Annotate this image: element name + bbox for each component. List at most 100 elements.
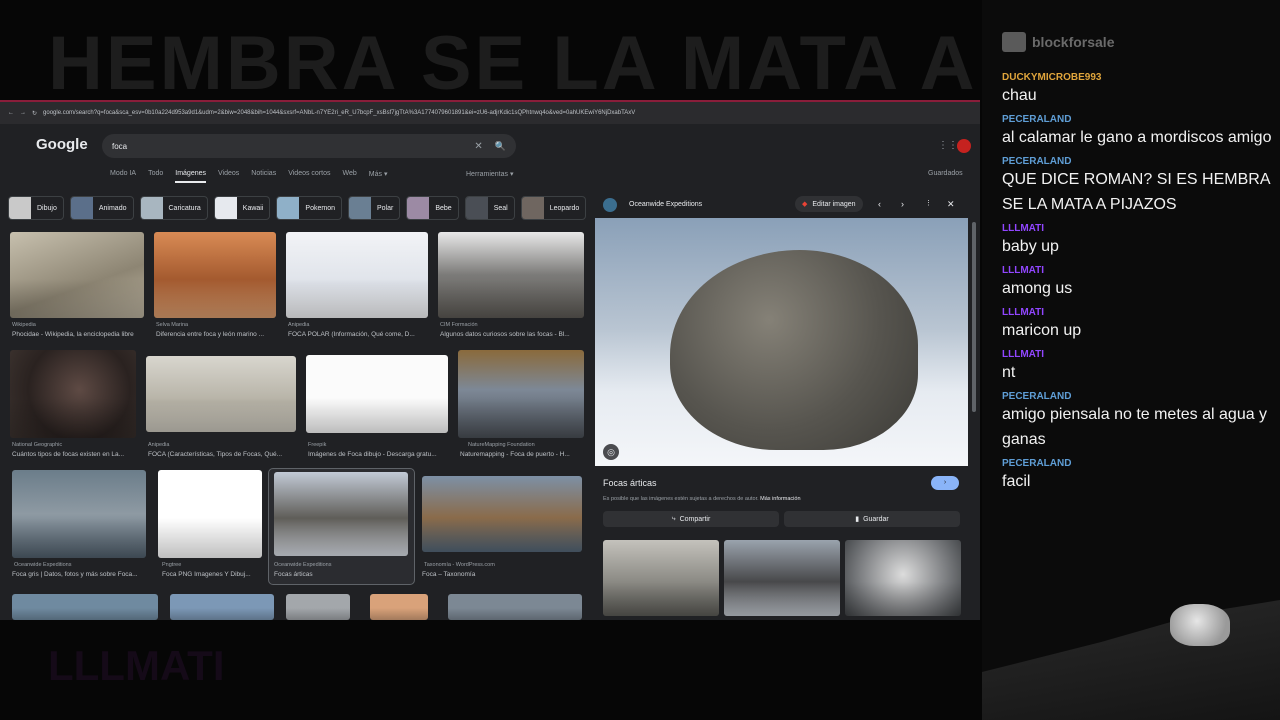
more-options-icon[interactable]: ⋮ [925, 199, 932, 207]
result-caption[interactable]: FOCA POLAR (Información, Qué come, D... [288, 331, 430, 338]
tab-videos-cortos[interactable]: Videos cortos [288, 170, 330, 183]
edit-image-button[interactable]: ◆ Editar imagen [795, 196, 863, 212]
back-icon[interactable]: ← [8, 110, 14, 116]
reload-icon[interactable]: ↻ [32, 110, 37, 117]
result-source[interactable]: Pngtree [162, 562, 181, 568]
result-caption[interactable]: FOCA (Características, Tipos de Focas, Q… [148, 451, 294, 458]
result-source[interactable]: CIM Formación [440, 322, 478, 328]
result-caption[interactable]: Diferencia entre foca y león marino ... [156, 331, 280, 338]
result-image[interactable] [154, 232, 276, 318]
result-source[interactable]: Freepik [308, 442, 326, 448]
tab-mas[interactable]: Más ▾ [369, 170, 388, 183]
chat-username[interactable]: LLLMATI [1002, 223, 1272, 234]
result-caption[interactable]: Algunos datos curiosos sobre las focas -… [440, 331, 584, 338]
result-source[interactable]: Taxonomía - WordPress.com [424, 562, 495, 568]
result-image[interactable] [12, 594, 158, 620]
result-caption[interactable]: Cuántos tipos de focas existen en La... [12, 451, 138, 458]
search-box[interactable]: foca ✕ 🔍 [102, 134, 516, 158]
result-image[interactable] [306, 355, 448, 433]
result-source[interactable]: NatureMapping Foundation [468, 442, 535, 448]
saved-link[interactable]: Guardados [928, 170, 963, 177]
result-caption[interactable]: Naturemapping - Foca de puerto - H... [460, 451, 584, 458]
tab-todo[interactable]: Todo [148, 170, 163, 183]
visit-button[interactable]: › [931, 476, 959, 490]
related-image[interactable] [845, 540, 961, 616]
chat-username[interactable]: LLLMATI [1002, 349, 1272, 360]
chat-username[interactable]: PECERALAND [1002, 156, 1272, 167]
result-image[interactable] [10, 350, 136, 438]
chat-username[interactable]: LLLMATI [1002, 307, 1272, 318]
more-info-link[interactable]: Más información [760, 496, 800, 502]
panel-source-name[interactable]: Oceanwide Expeditions [629, 201, 702, 208]
chip-thumbnail [70, 197, 93, 219]
account-avatar[interactable] [957, 139, 971, 153]
result-image[interactable] [448, 594, 582, 620]
preview-image[interactable]: ◎ [595, 218, 968, 466]
result-caption[interactable]: Foca – Taxonomía [422, 571, 582, 578]
result-image[interactable] [12, 470, 146, 558]
chip-polar[interactable]: Polar [348, 196, 401, 220]
related-image[interactable] [724, 540, 840, 616]
scrollbar[interactable] [972, 222, 976, 412]
tools-menu[interactable]: Herramientas ▾ [466, 170, 513, 178]
chat-username[interactable]: PECERALAND [1002, 458, 1272, 469]
chat-username[interactable]: LLLMATI [1002, 265, 1272, 276]
close-icon[interactable]: ✕ [947, 199, 955, 210]
tab-noticias[interactable]: Noticias [251, 170, 276, 183]
search-icon[interactable]: 🔍 [495, 141, 506, 152]
prev-arrow-icon[interactable]: ‹ [878, 199, 881, 209]
url-text[interactable]: google.com/search?q=foca&sca_esv=0b10a22… [43, 110, 635, 116]
chip-dibujo[interactable]: Dibujo [8, 196, 64, 220]
result-caption[interactable]: Foca PNG Imagenes Y Dibuj... [162, 571, 260, 578]
result-source[interactable]: Wikipedia [12, 322, 36, 328]
chip-pokemon[interactable]: Pokemon [276, 196, 342, 220]
chat-logo-text: blockforsale [1032, 34, 1115, 50]
related-image[interactable] [603, 540, 719, 616]
lens-search-icon[interactable]: ◎ [603, 444, 619, 460]
result-image[interactable] [286, 232, 428, 318]
result-image[interactable] [458, 350, 584, 438]
chat-username[interactable]: PECERALAND [1002, 391, 1272, 402]
chat-username[interactable]: DUCKYMICROBE993 [1002, 72, 1272, 83]
result-source[interactable]: Oceanwide Expeditions [14, 562, 71, 568]
result-caption[interactable]: Imágenes de Foca dibujo - Descarga gratu… [308, 451, 448, 458]
save-button[interactable]: ▮ Guardar [784, 511, 960, 527]
result-caption[interactable]: Phocidae - Wikipedia, la enciclopedia li… [12, 331, 148, 338]
chip-bebe[interactable]: Bebe [406, 196, 459, 220]
result-image[interactable] [10, 232, 144, 318]
result-image[interactable] [286, 594, 350, 620]
chat-username[interactable]: PECERALAND [1002, 114, 1272, 125]
result-image[interactable] [370, 594, 428, 620]
result-caption[interactable]: Focas árticas [274, 571, 408, 578]
result-caption[interactable]: Foca gris | Datos, fotos y más sobre Foc… [12, 571, 152, 578]
chip-kawaii[interactable]: Kawaii [213, 196, 271, 220]
result-image[interactable] [274, 472, 408, 556]
result-source[interactable]: Anipedia [148, 442, 169, 448]
clear-icon[interactable]: ✕ [474, 141, 482, 152]
chip-seal[interactable]: Seal [464, 196, 515, 220]
tab-videos[interactable]: Videos [218, 170, 239, 183]
result-image[interactable] [422, 476, 582, 552]
tab-web[interactable]: Web [343, 170, 357, 183]
address-bar[interactable]: ← → ↻ google.com/search?q=foca&sca_esv=0… [0, 100, 980, 124]
chip-caricatura[interactable]: Caricatura [139, 196, 208, 220]
result-image[interactable] [146, 356, 296, 432]
result-source[interactable]: National Geographic [12, 442, 62, 448]
next-arrow-icon[interactable]: › [901, 199, 904, 209]
chip-leopardo[interactable]: Leopardo [520, 196, 587, 220]
chip-thumbnail [140, 197, 163, 219]
result-source[interactable]: Oceanwide Expeditions [274, 562, 331, 568]
result-image[interactable] [170, 594, 274, 620]
google-logo[interactable]: Google [36, 136, 88, 153]
preview-title[interactable]: Focas árticas [603, 478, 657, 488]
tab-imagenes[interactable]: Imágenes [175, 170, 207, 183]
result-source[interactable]: Anipedia [288, 322, 309, 328]
chip-animado[interactable]: Animado [69, 196, 134, 220]
result-source[interactable]: Selva Marina [156, 322, 188, 328]
tab-modo-ia[interactable]: Modo IA [110, 170, 136, 183]
result-image[interactable] [438, 232, 584, 318]
share-button[interactable]: ⤷ Compartir [603, 511, 779, 527]
search-input[interactable]: foca [112, 142, 474, 151]
forward-icon[interactable]: → [20, 110, 26, 116]
result-image[interactable] [158, 470, 262, 558]
